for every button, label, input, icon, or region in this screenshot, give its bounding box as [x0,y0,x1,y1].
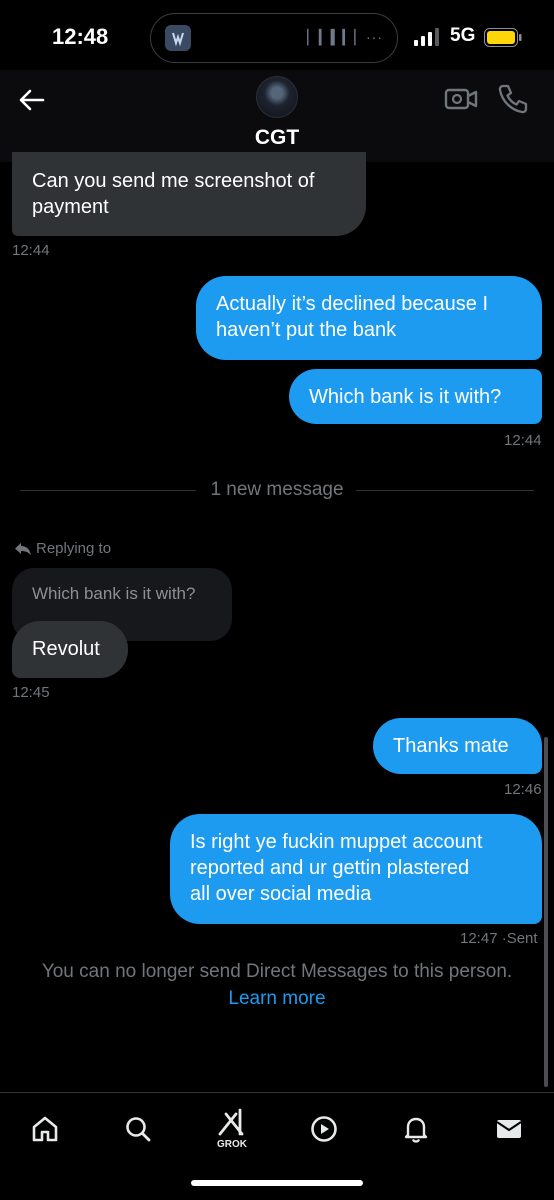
battery-icon [484,28,522,47]
status-time: 12:48 [52,24,109,49]
tab-grok[interactable] [212,1103,252,1143]
reply-arrow-icon [15,542,31,555]
status-bar: 12:48 ▏▎▍▎▏··· 5G [0,0,554,70]
tab-search[interactable] [118,1109,158,1149]
notice-text: You can no longer send Direct Messages t… [41,961,513,982]
message-timestamp: 12:44 [504,432,542,449]
conversation-header: CGT [0,70,554,162]
dynamic-island[interactable]: ▏▎▍▎▏··· [150,13,398,63]
search-icon [126,1117,151,1142]
outgoing-message[interactable]: Thanks mate [373,718,542,774]
message-timestamp: 12:47 ·Sent [460,930,538,947]
message-line: Can you send me screenshot of [32,170,315,192]
tab-notifications[interactable] [396,1109,436,1149]
delivery-status: ·Sent [501,930,538,947]
back-button[interactable] [14,82,50,118]
incoming-message[interactable]: Can you send me screenshot of payment [12,152,366,236]
home-indicator[interactable] [191,1180,363,1186]
message-line: reported and ur gettin plastered [190,857,470,879]
message-line: payment [32,196,109,218]
message-line: Which bank is it with? [309,386,502,408]
phone-call-icon[interactable] [496,82,530,116]
tab-home[interactable] [25,1109,65,1149]
mail-icon [496,1120,522,1138]
incoming-message[interactable]: Revolut [12,621,128,678]
contact-avatar[interactable] [256,76,298,118]
new-messages-divider: 1 new message [210,479,344,500]
outgoing-message[interactable]: Is right ye fuckin muppet account report… [170,814,542,924]
scrollbar[interactable] [544,737,548,1087]
outgoing-message[interactable]: Actually it’s declined because I haven’t… [196,276,542,360]
message-line: all over social media [190,883,372,905]
dm-restricted-notice: You can no longer send Direct Messages t… [0,958,554,1012]
tab-video[interactable] [304,1109,344,1149]
audio-wave-icon: ▏▎▍▎▏··· [307,29,383,45]
message-timestamp: 12:45 [12,684,50,701]
grok-icon [218,1108,244,1136]
message-line: haven’t put the bank [216,319,397,341]
message-timestamp: 12:46 [504,781,542,798]
message-timestamp: 12:44 [12,242,50,259]
message-line: Revolut [32,638,100,660]
video-call-icon[interactable] [444,84,478,114]
message-time: 12:47 [460,930,498,947]
replying-to-label: Replying to [36,540,112,557]
signal-strength-icon [414,28,439,46]
live-activity-app-icon [165,25,191,51]
grok-label: GROK [217,1139,247,1150]
message-line: Actually it’s declined because I [216,293,489,315]
bell-icon [404,1117,428,1143]
message-line: Thanks mate [393,735,509,757]
reply-context: Replying to [14,540,111,557]
arrow-left-icon [19,89,45,111]
home-icon [32,1116,58,1142]
play-icon [311,1116,337,1142]
outgoing-message[interactable]: Which bank is it with? [289,369,542,424]
message-line: Is right ye fuckin muppet account [190,831,483,853]
network-type: 5G [450,25,476,46]
learn-more-link[interactable]: Learn more [0,985,554,1012]
contact-name[interactable]: CGT [0,126,554,150]
tab-messages[interactable] [489,1109,529,1149]
